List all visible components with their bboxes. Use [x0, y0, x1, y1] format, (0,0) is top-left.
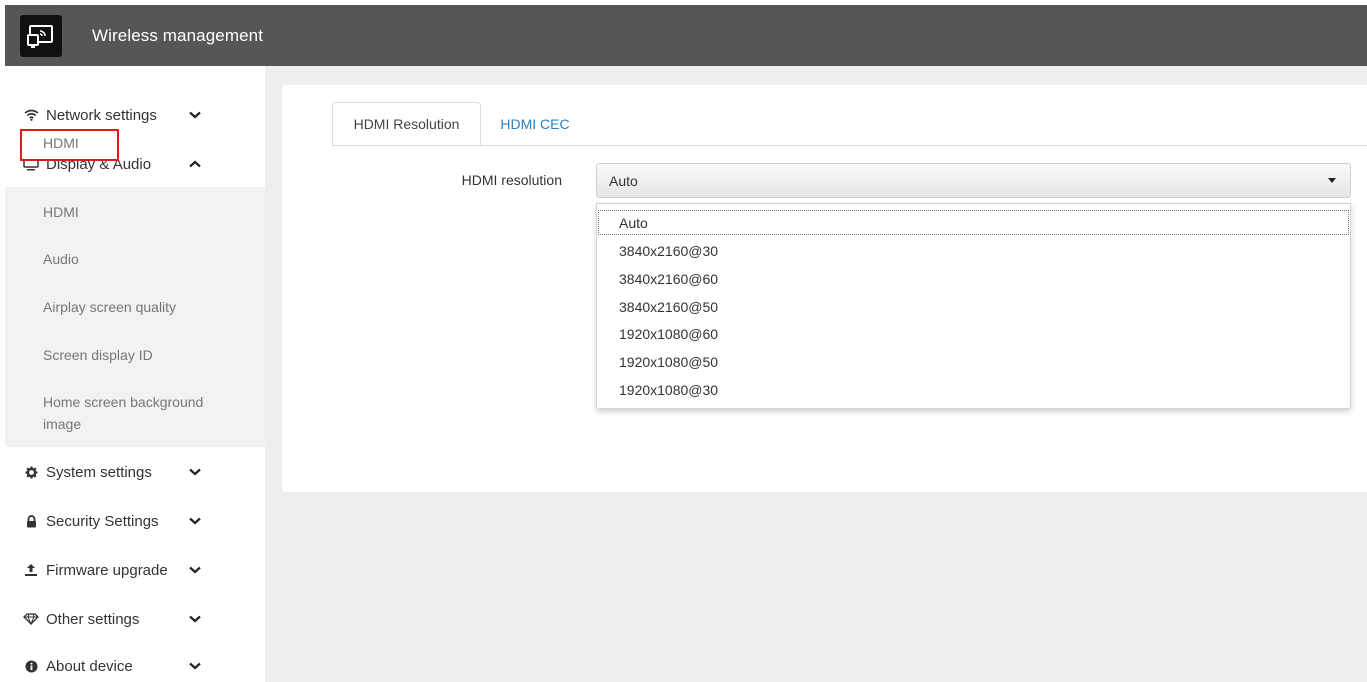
chevron-down-icon[interactable] [188, 563, 202, 577]
sidebar-item-label: Other settings [46, 610, 140, 628]
tab-hdmi-cec[interactable]: HDMI CEC [485, 102, 585, 146]
option-3840x2160-60[interactable]: 3840x2160@60 [597, 265, 1350, 292]
sidebar-item-about-device[interactable]: About device [5, 649, 265, 682]
sidebar-item-label: Firmware upgrade [46, 561, 168, 579]
info-icon [23, 658, 39, 674]
submenu-item-hdmi-label[interactable]: HDMI [43, 135, 79, 151]
chevron-down-icon[interactable] [188, 108, 202, 122]
chevron-down-icon[interactable] [188, 465, 202, 479]
sidebar-item-other-settings[interactable]: Other settings [5, 602, 265, 636]
option-1920x1080-30[interactable]: 1920x1080@30 [597, 376, 1350, 403]
sidebar-item-network-settings[interactable]: Network settings [5, 98, 265, 132]
resolution-dropdown-list: Auto 3840x2160@30 3840x2160@60 3840x2160… [596, 203, 1351, 409]
submenu-item-screen-display-id[interactable]: Screen display ID [43, 344, 153, 366]
sidebar-item-label: About device [46, 657, 133, 675]
submenu-item-airplay-screen-quality[interactable]: Airplay screen quality [43, 296, 176, 318]
sidebar-item-label: Network settings [46, 106, 157, 124]
select-value: Auto [609, 172, 638, 189]
option-3840x2160-30[interactable]: 3840x2160@30 [597, 237, 1350, 264]
cast-screen-icon [20, 14, 62, 57]
submenu-item-home-screen-background[interactable]: Home screen background image [43, 391, 233, 435]
sidebar-item-label: System settings [46, 463, 152, 481]
chevron-up-icon[interactable] [188, 157, 202, 171]
gear-icon [23, 464, 39, 480]
option-3840x2160-50[interactable]: 3840x2160@50 [597, 293, 1350, 320]
wifi-icon [23, 107, 39, 123]
chevron-down-icon[interactable] [188, 514, 202, 528]
upload-icon [23, 562, 39, 578]
submenu-item-hdmi[interactable]: HDMI [43, 201, 79, 223]
chevron-down-icon[interactable] [188, 659, 202, 673]
lock-icon [23, 513, 39, 529]
tab-divider [332, 145, 1367, 146]
hdmi-resolution-select[interactable]: Auto [596, 163, 1351, 198]
submenu-item-audio[interactable]: Audio [43, 248, 79, 270]
diamond-icon [23, 611, 39, 627]
top-bar: Wireless management [5, 5, 1367, 66]
sidebar-item-firmware-upgrade[interactable]: Firmware upgrade [5, 553, 265, 587]
sidebar-item-system-settings[interactable]: System settings [5, 455, 265, 489]
option-1920x1080-60[interactable]: 1920x1080@60 [597, 320, 1350, 347]
display-audio-submenu: HDMI Audio Airplay screen quality Screen… [5, 187, 265, 447]
chevron-down-icon[interactable] [188, 612, 202, 626]
hdmi-resolution-label: HDMI resolution [461, 172, 562, 188]
caret-down-icon [1328, 178, 1336, 183]
option-auto[interactable]: Auto [597, 209, 1350, 236]
sidebar-item-label: Security Settings [46, 512, 159, 530]
sidebar-item-security-settings[interactable]: Security Settings [5, 504, 265, 538]
tab-hdmi-resolution[interactable]: HDMI Resolution [332, 102, 481, 146]
app-title: Wireless management [92, 25, 264, 45]
option-1920x1080-50[interactable]: 1920x1080@50 [597, 348, 1350, 375]
